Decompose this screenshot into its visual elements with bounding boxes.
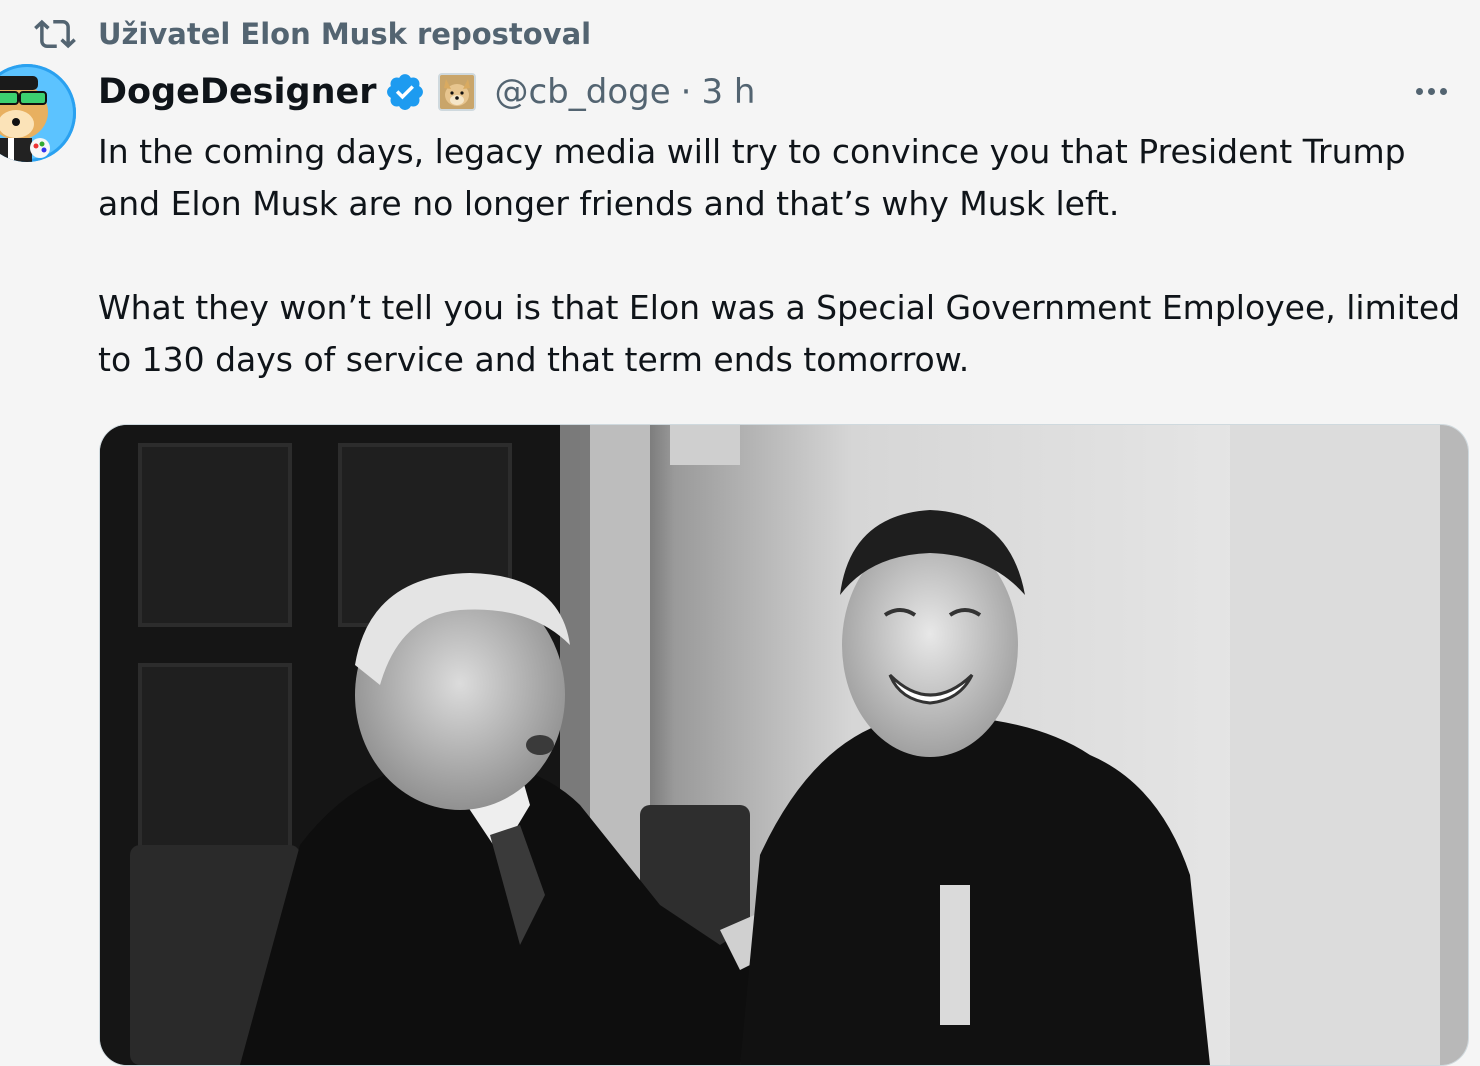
verified-badge-icon[interactable]: [384, 71, 426, 113]
repost-label: Uživatel Elon Musk repostoval: [98, 17, 592, 51]
author-handle[interactable]: @cb_doge: [494, 72, 670, 112]
tweet-timestamp[interactable]: 3 h: [701, 72, 755, 112]
more-options-button[interactable]: [1402, 68, 1460, 114]
header-separator: ·: [680, 72, 692, 112]
photo-two-men-laughing: [100, 425, 1468, 1065]
tweet-text: In the coming days, legacy media will tr…: [98, 126, 1468, 386]
more-dot-icon: [1439, 87, 1447, 95]
tweet-photo[interactable]: [99, 424, 1469, 1066]
avatar[interactable]: [0, 64, 76, 162]
more-dot-icon: [1427, 87, 1435, 95]
repost-icon: [34, 19, 76, 49]
tweet-header: DogeDesigner @cb_doge · 3 h: [98, 64, 755, 120]
tweet-paragraph: In the coming days, legacy media will tr…: [98, 132, 1406, 223]
doge-affiliate-icon[interactable]: [438, 73, 477, 111]
more-dot-icon: [1415, 87, 1423, 95]
doge-avatar-icon: [0, 64, 76, 162]
author-display-name[interactable]: DogeDesigner: [98, 72, 376, 112]
repost-indicator[interactable]: Uživatel Elon Musk repostoval: [34, 12, 591, 56]
tweet-paragraph: What they won’t tell you is that Elon wa…: [98, 288, 1461, 379]
tweet[interactable]: Uživatel Elon Musk repostoval DogeDesign…: [0, 0, 1480, 1066]
